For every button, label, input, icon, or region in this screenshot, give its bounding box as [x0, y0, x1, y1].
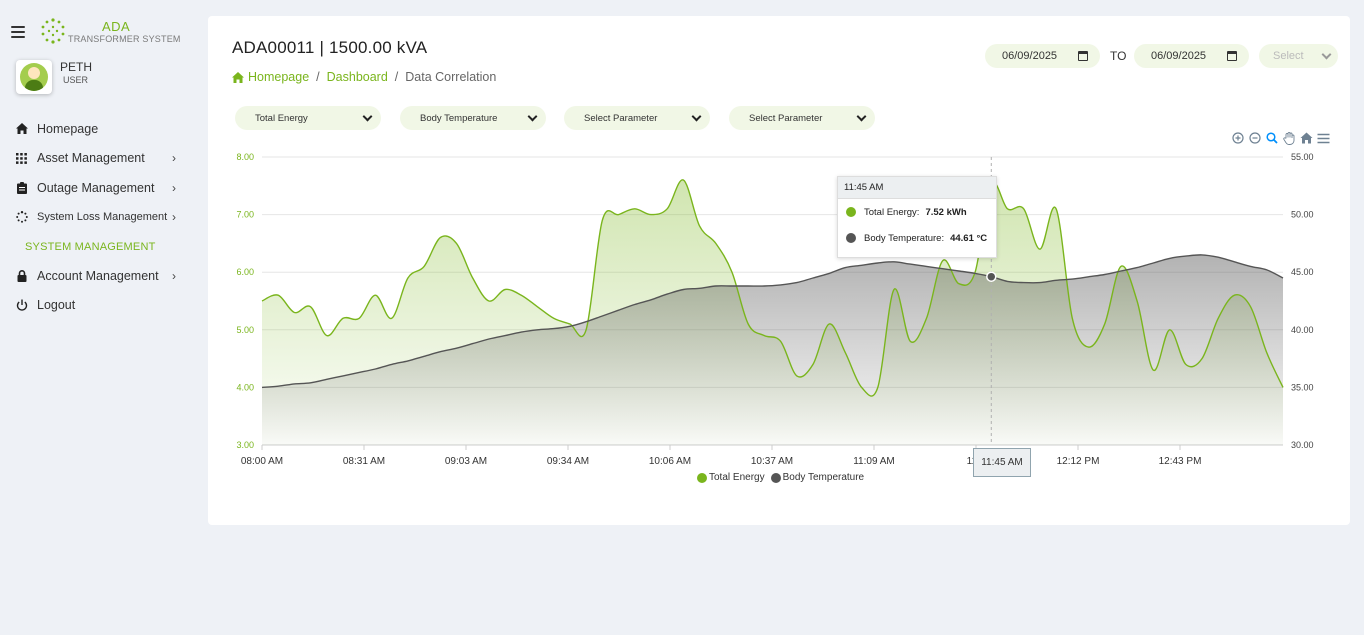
user-name: PETH: [60, 60, 93, 74]
x-tick-label: 09:34 AM: [547, 456, 589, 467]
y-left-tick-label: 8.00: [236, 152, 254, 162]
y-right-tick-label: 55.00: [1291, 152, 1314, 162]
sidebar-item-label: Logout: [37, 298, 76, 313]
logo: ADA TRANSFORMER SYSTEM: [38, 17, 180, 47]
home-icon: [15, 122, 28, 135]
legend-marker: [697, 472, 707, 483]
menu-toggle-icon[interactable]: [11, 26, 25, 38]
avatar[interactable]: [16, 60, 52, 94]
correlation-chart[interactable]: 8.00 55.00 7.00 50.00 6.00 45.00 5.00 40.00 4.00…: [208, 16, 1350, 496]
sidebar-item-label: Asset Management: [37, 151, 145, 166]
y-right-tick-label: 40.00: [1291, 325, 1314, 335]
grid-icon: [15, 152, 28, 165]
brand-name: ADA: [102, 19, 131, 34]
sidebar-nav: Homepage Asset Management › Outage Manag…: [0, 114, 200, 320]
x-tick-label: 12:43 PM: [1159, 456, 1202, 467]
main-card: ADA00011 | 1500.00 kVA Homepage / Dashbo…: [208, 16, 1350, 525]
x-tick-label: 08:31 AM: [343, 456, 385, 467]
legend-label: Total Energy: [709, 472, 765, 483]
x-tick-label: 09:03 AM: [445, 456, 487, 467]
y-left-tick-label: 6.00: [236, 267, 254, 277]
tooltip-row-energy: Total Energy: 7.52 kWh: [838, 199, 996, 225]
sidebar-item-logout[interactable]: Logout: [0, 291, 200, 321]
sidebar-item-label: Outage Management: [37, 180, 155, 195]
sidebar-item-homepage[interactable]: Homepage: [0, 114, 200, 144]
x-tick-label: 08:00 AM: [241, 456, 283, 467]
sidebar-section-system-management[interactable]: SYSTEM MANAGEMENT: [0, 232, 200, 261]
y-left-tick-label: 7.00: [236, 210, 254, 220]
y-right-tick-label: 35.00: [1291, 382, 1314, 392]
y-right-tick-label: 45.00: [1291, 267, 1314, 277]
chevron-right-icon: ›: [172, 210, 176, 225]
legend-marker: [846, 207, 856, 217]
hover-marker-body-temperature: [986, 271, 997, 282]
sidebar-item-system-loss-management[interactable]: System Loss Management ›: [0, 203, 200, 233]
x-tick-label: 11:09 AM: [853, 456, 895, 467]
chart-tooltip: 11:45 AM Total Energy: 7.52 kWh Body Tem…: [837, 176, 997, 258]
tooltip-series-value: 44.61 °C: [950, 232, 988, 244]
legend-label: Body Temperature: [782, 472, 865, 483]
y-right-tick-label: 50.00: [1291, 210, 1314, 220]
sidebar-item-account-management[interactable]: Account Management ›: [0, 261, 200, 291]
chevron-right-icon: ›: [172, 180, 176, 195]
y-left-tick-label: 5.00: [236, 325, 254, 335]
x-tick-label: 10:06 AM: [649, 456, 691, 467]
x-tick-label: 12:12 PM: [1057, 456, 1100, 467]
user-role: USER: [63, 75, 89, 85]
sidebar-item-label: Homepage: [37, 121, 99, 136]
legend-marker: [770, 472, 781, 483]
sidebar: ADA TRANSFORMER SYSTEM PETH USER Homepag…: [0, 0, 200, 635]
brand-subtitle: TRANSFORMER SYSTEM: [68, 34, 181, 44]
lock-icon: [15, 269, 28, 282]
x-tick-label: 10:37 AM: [751, 456, 793, 467]
sidebar-item-outage-management[interactable]: Outage Management ›: [0, 173, 200, 203]
tooltip-series-name: Total Energy:: [864, 206, 920, 218]
logo-dots-icon: [41, 18, 65, 44]
tooltip-series-name: Body Temperature:: [864, 232, 945, 244]
tooltip-series-value: 7.52 kWh: [925, 206, 967, 218]
sidebar-item-asset-management[interactable]: Asset Management ›: [0, 144, 200, 174]
y-left-tick-label: 4.00: [236, 382, 254, 392]
chart-legend: Total Energy Body Temperature: [697, 472, 870, 483]
clipboard-icon: [15, 181, 28, 194]
sidebar-item-label: Account Management: [37, 268, 159, 283]
tooltip-row-temperature: Body Temperature: 44.61 °C: [838, 225, 996, 251]
crosshair-x-label: 11:45 AM: [973, 448, 1031, 477]
tooltip-time: 11:45 AM: [838, 177, 996, 199]
loader-icon: [15, 211, 28, 224]
legend-item-body-temperature[interactable]: Body Temperature: [770, 472, 865, 483]
y-left-tick-label: 3.00: [236, 440, 254, 450]
chevron-right-icon: ›: [172, 268, 176, 283]
sidebar-item-label: System Loss Management: [37, 211, 168, 224]
legend-item-total-energy[interactable]: Total Energy: [697, 472, 765, 483]
chevron-right-icon: ›: [172, 151, 176, 166]
power-icon: [15, 299, 28, 312]
legend-marker: [846, 233, 856, 243]
user-avatar-icon: [20, 63, 48, 91]
y-right-tick-label: 30.00: [1291, 440, 1314, 450]
